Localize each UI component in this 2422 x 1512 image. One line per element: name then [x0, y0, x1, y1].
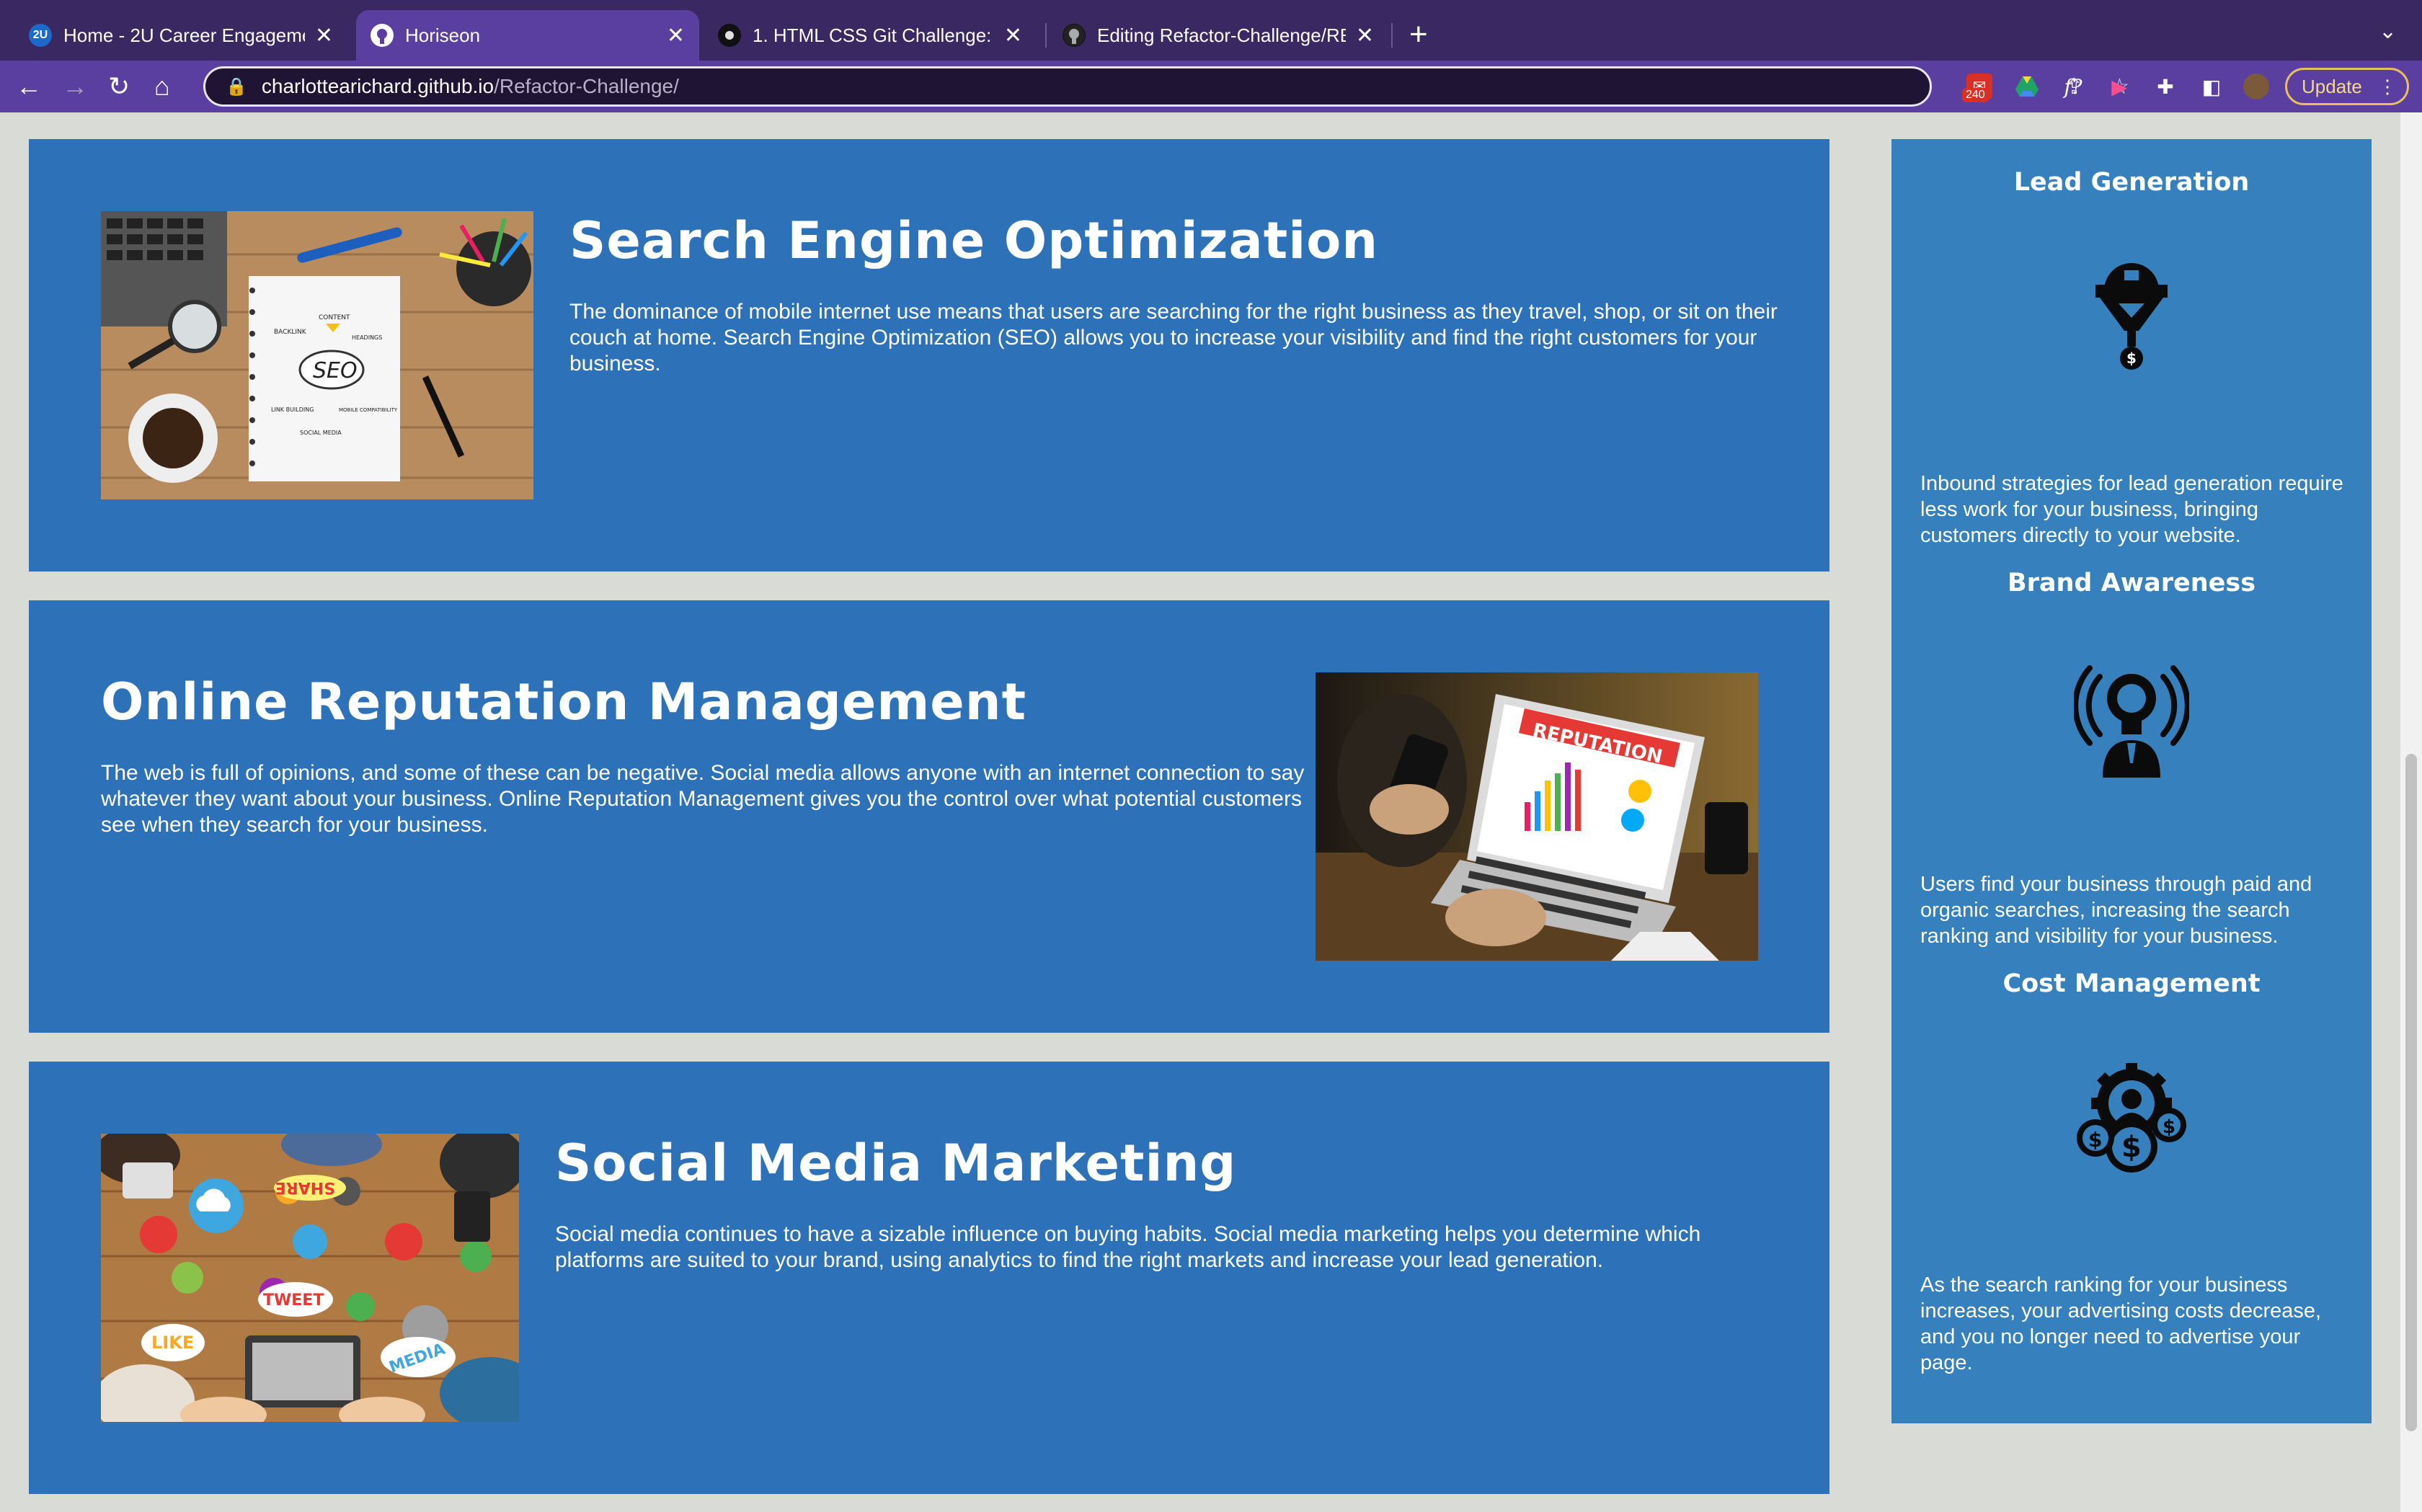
close-tab-icon[interactable]: ✕ [667, 23, 685, 48]
drive-extension-icon[interactable] [2014, 74, 2040, 99]
tab-home-2u[interactable]: 2U Home - 2U Career Engagement ✕ [14, 10, 347, 61]
github-icon [1063, 24, 1086, 47]
vertical-scrollbar[interactable] [2400, 112, 2422, 1512]
tab-horiseon[interactable]: Horiseon ✕ [356, 10, 699, 61]
tab-title: Home - 2U Career Engagement [63, 24, 305, 46]
github-icon [371, 24, 394, 47]
tab-search-chevron-icon[interactable]: ⌄ [2379, 19, 2397, 44]
tab-separator [1045, 23, 1047, 48]
canvas-icon [718, 24, 741, 47]
lead-generation-heading: Lead Generation [2013, 168, 2250, 197]
svg-text:$: $ [2121, 1131, 2142, 1164]
lead-funnel-icon: $ [2074, 262, 2189, 377]
svg-text:$: $ [2126, 350, 2137, 367]
video-extension-icon[interactable]: ▶ [2106, 74, 2132, 99]
seo-text: The dominance of mobile internet use mea… [569, 300, 1778, 375]
new-tab-icon[interactable]: + [1409, 14, 1428, 55]
2u-logo-icon: 2U [29, 24, 52, 47]
reputation-heading: Online Reputation Management [101, 672, 1027, 731]
cost-management-heading: Cost Management [2002, 969, 2261, 998]
social-media-text: Social media continues to have a sizable… [555, 1222, 1701, 1272]
seo-image-headings-text: HEADINGS [352, 334, 382, 341]
tab-separator [1391, 23, 1393, 48]
lock-icon[interactable]: 🔒 [226, 76, 247, 97]
seo-image-backlink-text: BACKLINK [274, 329, 307, 336]
reputation-image: REPUTATION [1316, 672, 1758, 961]
seo-image-seo-text: SEO [313, 358, 358, 383]
svg-text:$: $ [2088, 1128, 2102, 1152]
social-image-like-text: LIKE [151, 1333, 194, 1353]
seo-section: SEO CONTENT BACKLINK HEADINGS LINK BUILD… [29, 139, 1829, 572]
scrollbar-thumb[interactable] [2405, 754, 2417, 1431]
tab-editing-refactor[interactable]: Editing Refactor-Challenge/RE ✕ [1048, 10, 1388, 61]
update-label: Update [2302, 75, 2362, 97]
back-arrow-icon[interactable]: ← [16, 68, 42, 105]
url-host: charlottearichard.github.io [261, 75, 494, 97]
brand-lightbulb-icon [2072, 662, 2191, 778]
brand-awareness-heading: Brand Awareness [2007, 569, 2256, 597]
notification-count-badge: 240 [1962, 88, 1989, 102]
social-media-image: SHARE TWEET LIKE MEDIA [101, 1134, 519, 1422]
url-path: /Refactor-Challenge/ [494, 75, 679, 97]
brand-awareness-text: Users find your business through paid an… [1920, 873, 2312, 948]
address-bar[interactable]: 🔒 charlottearichard.github.io /Refactor-… [203, 66, 2129, 107]
seo-image: SEO CONTENT BACKLINK HEADINGS LINK BUILD… [101, 211, 533, 499]
lead-generation-text: Inbound strategies for lead generation r… [1920, 472, 2343, 547]
cost-gear-icon: $ $ $ [2074, 1063, 2189, 1178]
extensions-puzzle-icon[interactable]: ✚ [2152, 74, 2178, 99]
webpage: SEO CONTENT BACKLINK HEADINGS LINK BUILD… [0, 112, 2400, 1512]
social-media-heading: Social Media Marketing [555, 1134, 1237, 1193]
forward-arrow-icon[interactable]: → [62, 68, 88, 105]
online-reputation-section: Online Reputation Management The web is … [29, 600, 1829, 1033]
reputation-text: The web is full of opinions, and some of… [101, 761, 1305, 837]
social-media-section: SHARE TWEET LIKE MEDIA Social Media Mark… [29, 1062, 1829, 1494]
cost-management-text: As the search ranking for your business … [1920, 1273, 2322, 1374]
seo-image-content-text: CONTENT [319, 314, 350, 321]
browser-toolbar: ← → ↻ ⌂ 🔒 charlottearichard.github.io /R… [0, 61, 2422, 112]
close-tab-icon[interactable]: ✕ [315, 23, 333, 48]
update-button[interactable]: Update ⋮ [2285, 68, 2409, 105]
reload-icon[interactable]: ↻ [108, 68, 130, 105]
tab-title: 1. HTML CSS Git Challenge: Co [753, 24, 994, 46]
close-tab-icon[interactable]: ✕ [1356, 23, 1374, 48]
tab-title: Editing Refactor-Challenge/RE [1097, 24, 1346, 46]
seo-image-social-text: SOCIAL MEDIA [300, 430, 342, 436]
seo-image-mobile-text: MOBILE COMPATIBILITY [339, 407, 398, 413]
more-menu-icon[interactable]: ⋮ [2378, 76, 2397, 98]
tab-strip: 2U Home - 2U Career Engagement ✕ Horiseo… [0, 0, 2422, 61]
home-icon[interactable]: ⌂ [154, 68, 170, 105]
side-panel-icon[interactable]: ◧ [2199, 74, 2224, 99]
svg-text:$: $ [2162, 1116, 2175, 1138]
close-tab-icon[interactable]: ✕ [1004, 23, 1022, 48]
formula-extension-icon[interactable]: f? [2060, 74, 2086, 99]
tab-html-css-git-challenge[interactable]: 1. HTML CSS Git Challenge: Co ✕ [704, 10, 1037, 61]
benefits-sidebar: Lead Generation $ Inbound strategies for… [1891, 139, 2372, 1423]
social-image-tweet-text: TWEET [263, 1291, 324, 1309]
tab-title: Horiseon [405, 24, 481, 46]
seo-image-link-building-text: LINK BUILDING [271, 406, 314, 413]
social-image-share-text: SHARE [275, 1178, 335, 1196]
seo-heading: Search Engine Optimization [569, 211, 1379, 270]
profile-avatar[interactable] [2243, 74, 2269, 99]
